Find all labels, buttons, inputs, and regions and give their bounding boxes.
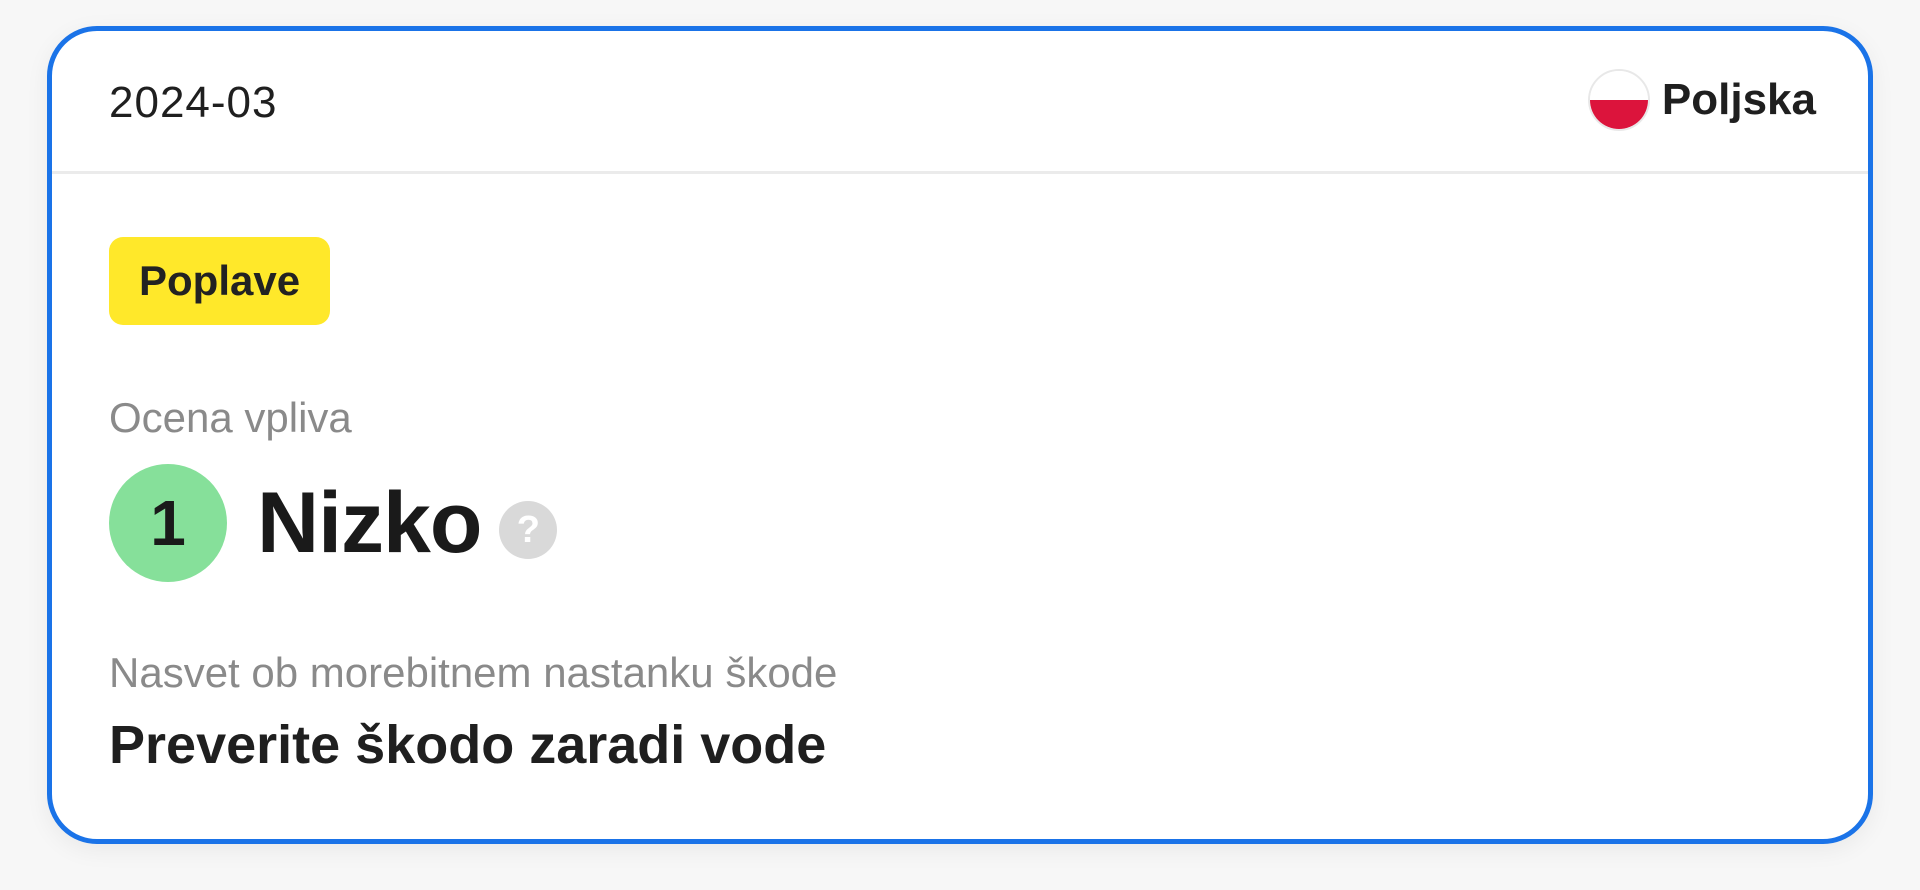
country-name: Poljska: [1661, 75, 1816, 124]
impact-level-text: Nizko: [257, 474, 482, 571]
country-indicator: Poljska: [1587, 69, 1816, 131]
event-date: 2024-03: [109, 78, 278, 127]
impact-rating: 1 Nizko ?: [109, 464, 558, 582]
poland-flag-icon: [1587, 69, 1650, 131]
hazard-type-badge: Poplave: [109, 237, 331, 325]
advice-label: Nasvet ob morebitnem nastanku škode: [109, 649, 838, 696]
impact-level-badge: 1: [109, 464, 227, 582]
advice-text: Preverite škodo zaradi vode: [109, 715, 827, 775]
card-header: 2024-03 Poljska: [52, 31, 1868, 174]
question-mark-icon[interactable]: ?: [499, 501, 558, 559]
event-card[interactable]: 2024-03 Poljska Poplave Ocena vpliva 1 N…: [47, 26, 1873, 844]
impact-label: Ocena vpliva: [109, 394, 352, 441]
